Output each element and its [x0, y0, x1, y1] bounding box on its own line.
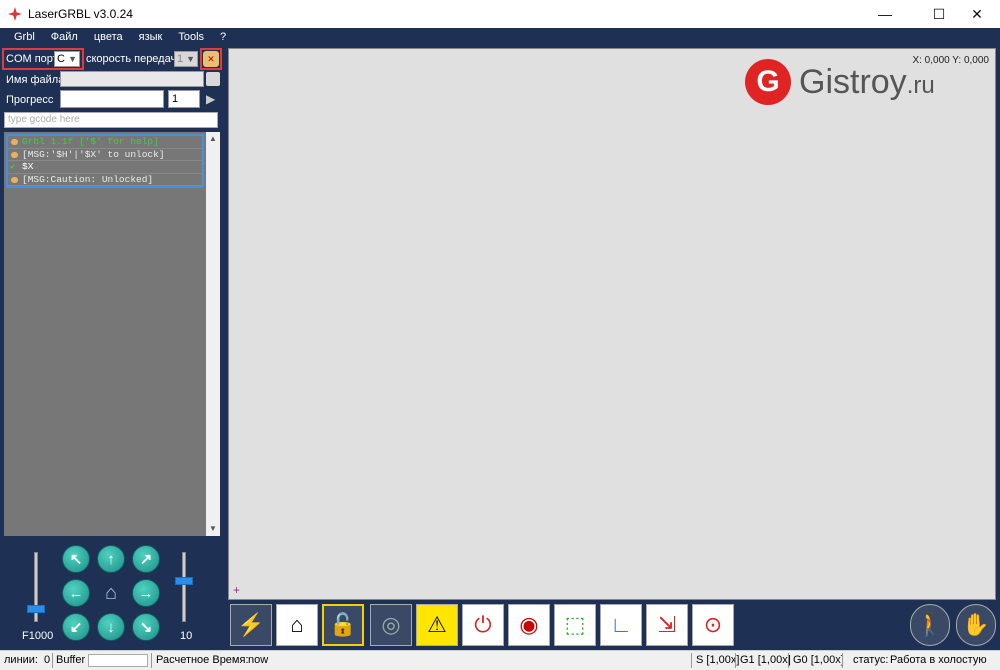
divider [52, 653, 53, 668]
window-title: LaserGRBL v3.0.24 [28, 7, 133, 21]
com-port-select[interactable]: C ▼ [54, 51, 80, 67]
chevron-down-icon: ▼ [186, 54, 195, 64]
lines-label: линии: [4, 654, 38, 666]
buffer-label: Buffer [56, 654, 86, 666]
unlock-icon[interactable]: 🔓 [322, 604, 364, 646]
step-label: 10 [180, 630, 193, 642]
step-slider-thumb[interactable] [175, 577, 193, 585]
message-dot-icon [11, 139, 18, 145]
check-icon: ✔ [10, 162, 16, 172]
target-icon[interactable]: ◉ [508, 604, 550, 646]
com-port-label: COM порт [6, 53, 58, 65]
menu-language[interactable]: язык [131, 31, 171, 43]
menu-grbl[interactable]: Grbl [6, 31, 43, 43]
home-magnify-icon[interactable]: ⌂ [276, 604, 318, 646]
jog-down-button[interactable]: ↓ [97, 613, 125, 641]
laser-warning-icon[interactable]: ⚠ [416, 604, 458, 646]
console-scrollbar[interactable]: ▲ ▼ [206, 132, 220, 536]
feed-slider[interactable] [27, 552, 45, 622]
jog-up-left-button[interactable]: ↖ [62, 545, 90, 573]
time-label: Расчетное Время: [156, 654, 249, 666]
watermark-logo: G Gistroy.ru [745, 59, 935, 105]
close-button[interactable]: ✕ [954, 0, 1000, 28]
g1-override: G1 [1,00x] [740, 654, 791, 666]
console-log: Grbl 1.1f ['$' for help] [MSG:'$H'|'$X' t… [4, 132, 220, 536]
home-icon[interactable]: ⌂ [97, 579, 125, 607]
control-panel: COM порт C ▼ скорость передачи 1 ▼ ✕ Имя ф… [0, 46, 224, 650]
baud-rate-select[interactable]: 1 ▼ [174, 51, 198, 67]
minimize-button[interactable]: — [862, 0, 908, 28]
menu-colors[interactable]: цвета [86, 31, 131, 43]
jog-down-right-button[interactable]: ↘ [132, 613, 160, 641]
divider [788, 653, 789, 668]
chevron-down-icon: ▼ [68, 54, 77, 64]
axis-icon[interactable]: ∟ [600, 604, 642, 646]
status-bar: линии: 0 Buffer Расчетное Время: now S [… [0, 650, 1000, 670]
menu-bar: Grbl Файл цвета язык Tools ? [0, 28, 1000, 46]
scroll-down-icon[interactable]: ▼ [206, 522, 220, 536]
scroll-up-icon[interactable]: ▲ [206, 132, 220, 146]
logo-text: Gistroy.ru [799, 62, 935, 101]
jog-down-left-button[interactable]: ↙ [62, 613, 90, 641]
app-icon [8, 7, 22, 21]
console-line: ✔ $X [8, 161, 202, 174]
lightning-icon[interactable]: ⚡ [230, 604, 272, 646]
step-slider[interactable] [175, 552, 193, 622]
state-value: Работа в холостую [890, 654, 987, 666]
message-dot-icon [11, 151, 18, 158]
progress-bar [60, 90, 164, 108]
divider [735, 653, 736, 668]
record-icon[interactable]: ⊙ [692, 604, 734, 646]
stop-icon[interactable]: ⏻ [462, 604, 504, 646]
open-file-icon[interactable] [206, 72, 220, 86]
divider [151, 653, 152, 668]
console-line: [MSG:Caution: Unlocked] [8, 173, 202, 186]
divider [842, 653, 843, 668]
logo-mark: G [745, 59, 791, 105]
hand-stop-icon[interactable]: ✋ [956, 604, 996, 646]
buffer-bar [88, 654, 148, 667]
origin-marker-icon: + [233, 583, 241, 597]
jog-up-button[interactable]: ↑ [97, 545, 125, 573]
baud-rate-label: скорость передачи [86, 53, 183, 65]
jog-left-button[interactable]: ← [62, 579, 90, 607]
console-line-text: $X [22, 161, 34, 172]
gcode-input[interactable]: type gcode here [4, 112, 218, 128]
feed-slider-thumb[interactable] [27, 605, 45, 613]
message-dot-icon [11, 176, 18, 183]
console-line: [MSG:'$H'|'$X' to unlock] [8, 148, 202, 161]
console-line: Grbl 1.1f ['$' for help] [8, 136, 202, 149]
bottom-toolbar: ⚡ ⌂ 🔓 ◎ ⚠ ⏻ ◉ ⬚ ∟ ⇲ ⊙ 🚶 ✋ [228, 602, 1000, 648]
connect-icon[interactable]: ✕ [203, 51, 219, 67]
menu-help[interactable]: ? [212, 31, 234, 43]
walk-icon[interactable]: 🚶 [910, 604, 950, 646]
divider [691, 653, 692, 668]
console-lines: Grbl 1.1f ['$' for help] [MSG:'$H'|'$X' t… [6, 134, 204, 188]
jog-up-right-button[interactable]: ↗ [132, 545, 160, 573]
resize-icon[interactable]: ⇲ [646, 604, 688, 646]
title-bar: LaserGRBL v3.0.24 — ☐ ✕ [0, 0, 1000, 28]
copies-stepper[interactable]: 1 [168, 90, 200, 108]
g0-override: G0 [1,00x] [793, 654, 844, 666]
preview-canvas[interactable]: X: 0,000 Y: 0,000 G Gistroy.ru + [228, 48, 996, 600]
jog-right-button[interactable]: → [132, 579, 160, 607]
console-line-text: Grbl 1.1f ['$' for help] [22, 136, 159, 147]
s-override: S [1,00x] [696, 654, 740, 666]
feed-label: F1000 [22, 630, 54, 642]
state-label: статус: [853, 654, 889, 666]
console-line-text: [MSG:'$H'|'$X' to unlock] [22, 148, 165, 160]
file-name-label: Имя файла [6, 74, 65, 86]
run-icon[interactable]: ▶ [206, 92, 215, 106]
file-name-field [60, 71, 204, 87]
menu-tools[interactable]: Tools [170, 31, 212, 43]
globe-icon[interactable]: ◎ [370, 604, 412, 646]
console-line-text: [MSG:Caution: Unlocked] [22, 173, 154, 185]
frame-icon[interactable]: ⬚ [554, 604, 596, 646]
lines-value: 0 [44, 654, 51, 666]
time-value: now [248, 654, 269, 666]
menu-file[interactable]: Файл [43, 31, 86, 43]
progress-label: Прогресс [6, 94, 54, 106]
jog-panel: F1000 ↖ ↑ ↗ ← ⌂ → ↙ ↓ ↘ 10 [0, 542, 224, 650]
